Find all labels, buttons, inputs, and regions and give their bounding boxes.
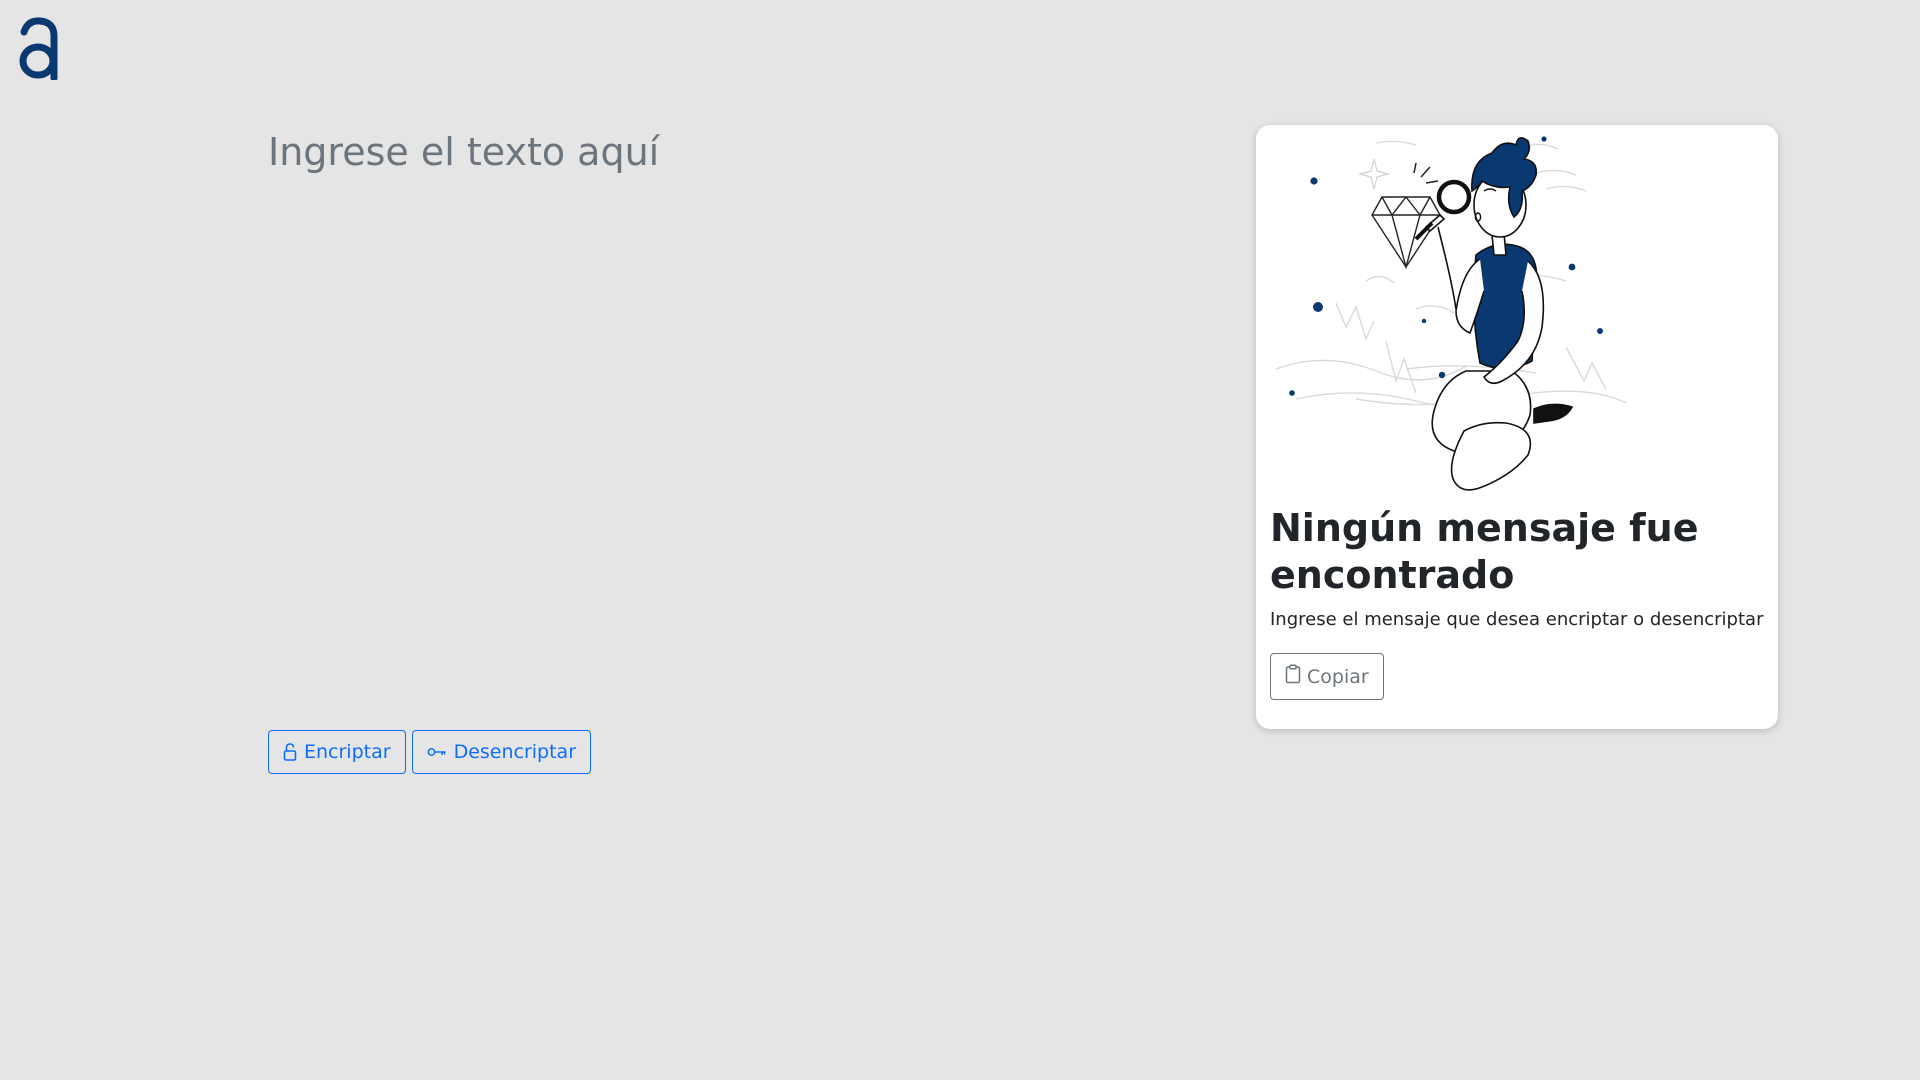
no-message-illustration [1275,136,1627,491]
card-description: Ingrese el mensaje que desea encriptar o… [1270,609,1764,630]
result-card: Ningún mensaje fue encontrado Ingrese el… [1256,125,1778,729]
decrypt-button-label: Desencriptar [453,741,577,763]
encrypt-button-label: Encriptar [304,741,391,763]
message-input[interactable] [268,130,1148,690]
key-icon [427,746,447,758]
lock-icon [283,742,297,762]
copy-button-label: Copiar [1307,665,1369,688]
decrypt-button[interactable]: Desencriptar [411,730,592,774]
page: Encriptar Desencriptar [0,0,1920,1080]
encrypt-button[interactable]: Encriptar [268,730,406,774]
card-title: Ningún mensaje fue encontrado [1270,506,1699,597]
action-buttons: Encriptar Desencriptar [268,730,592,774]
clipboard-icon [1285,664,1301,689]
copy-button[interactable]: Copiar [1270,653,1384,700]
logo-icon [19,17,58,80]
